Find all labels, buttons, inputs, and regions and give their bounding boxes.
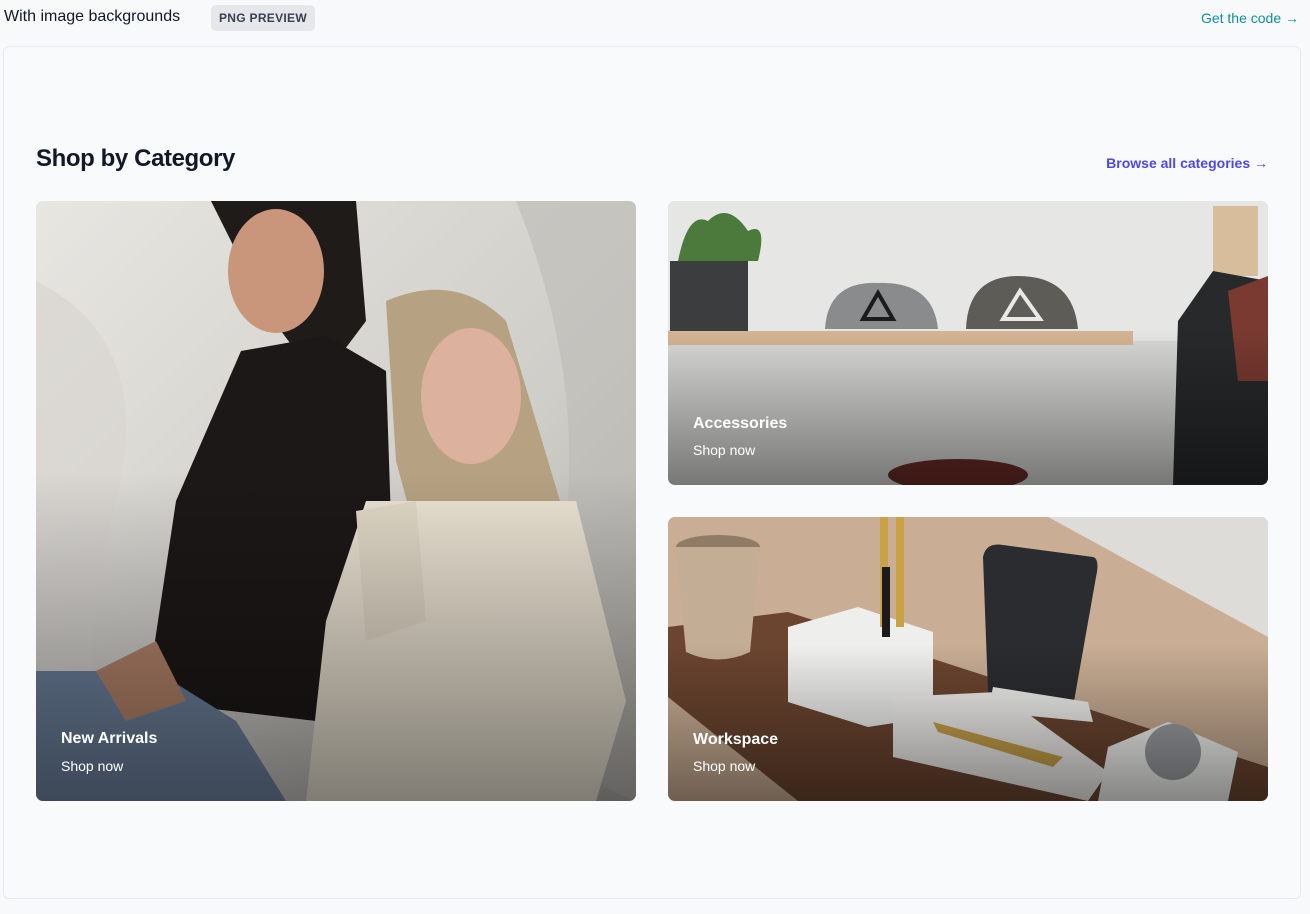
shop-now-link[interactable]: Shop now — [693, 758, 755, 774]
browse-all-categories-link[interactable]: Browse all categories → — [1106, 155, 1268, 171]
image-overlay — [668, 328, 1268, 485]
png-preview-badge: PNG PREVIEW — [211, 5, 315, 31]
preview-title: With image backgrounds — [4, 8, 181, 25]
category-card-accessories[interactable]: Accessories Shop now — [668, 201, 1268, 485]
section-heading: Shop by Category — [36, 145, 235, 172]
category-card-workspace[interactable]: Workspace Shop now — [668, 517, 1268, 801]
category-name: Workspace — [693, 731, 779, 748]
image-overlay — [668, 644, 1268, 801]
preview-header: With image backgrounds PNG PREVIEW Get t… — [0, 0, 1310, 36]
image-overlay — [36, 471, 636, 801]
category-name: Accessories — [693, 415, 788, 432]
shop-now-link[interactable]: Shop now — [693, 442, 755, 458]
category-name: New Arrivals — [61, 730, 158, 747]
category-card-new-arrivals[interactable]: New Arrivals Shop now — [36, 201, 636, 801]
get-the-code-link[interactable]: Get the code → — [1201, 10, 1299, 26]
shop-now-link[interactable]: Shop now — [61, 758, 123, 774]
